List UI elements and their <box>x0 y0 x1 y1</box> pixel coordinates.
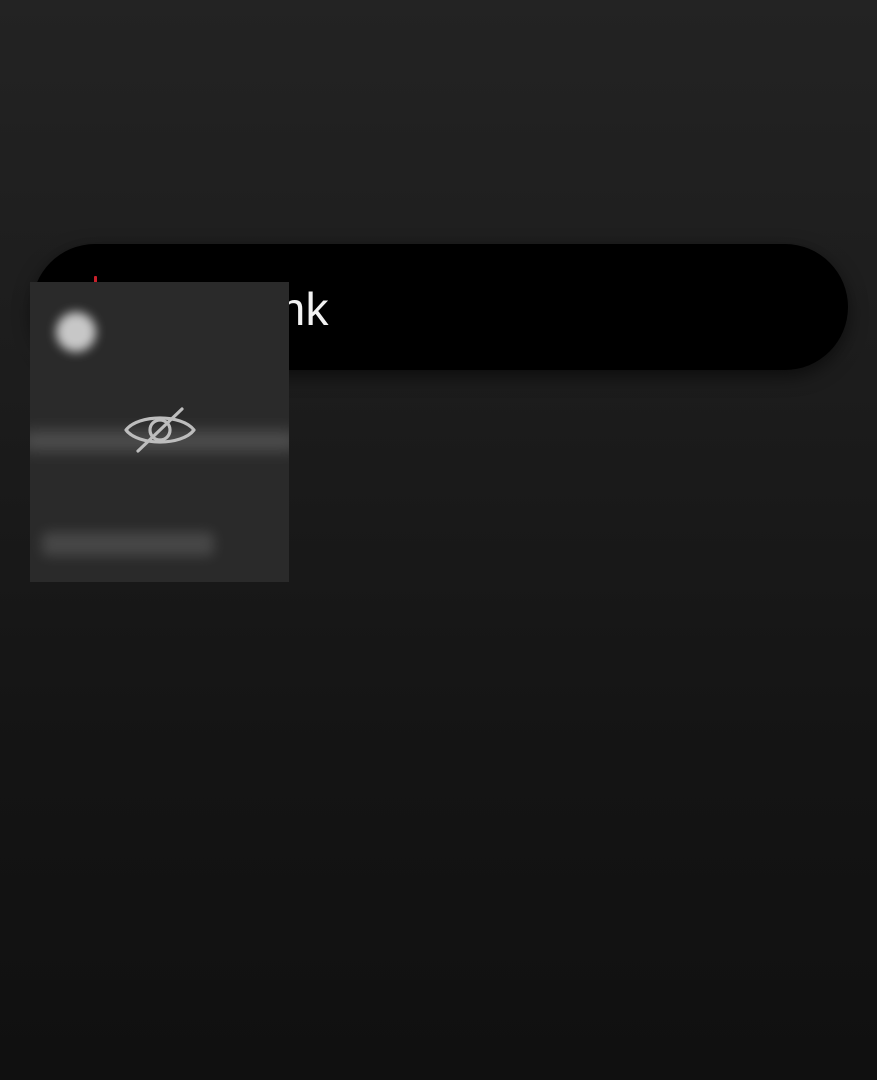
hidden-content-card[interactable] <box>30 282 289 582</box>
blurred-caption <box>42 532 214 556</box>
eye-off-icon <box>124 407 196 453</box>
blurred-avatar <box>56 312 96 352</box>
